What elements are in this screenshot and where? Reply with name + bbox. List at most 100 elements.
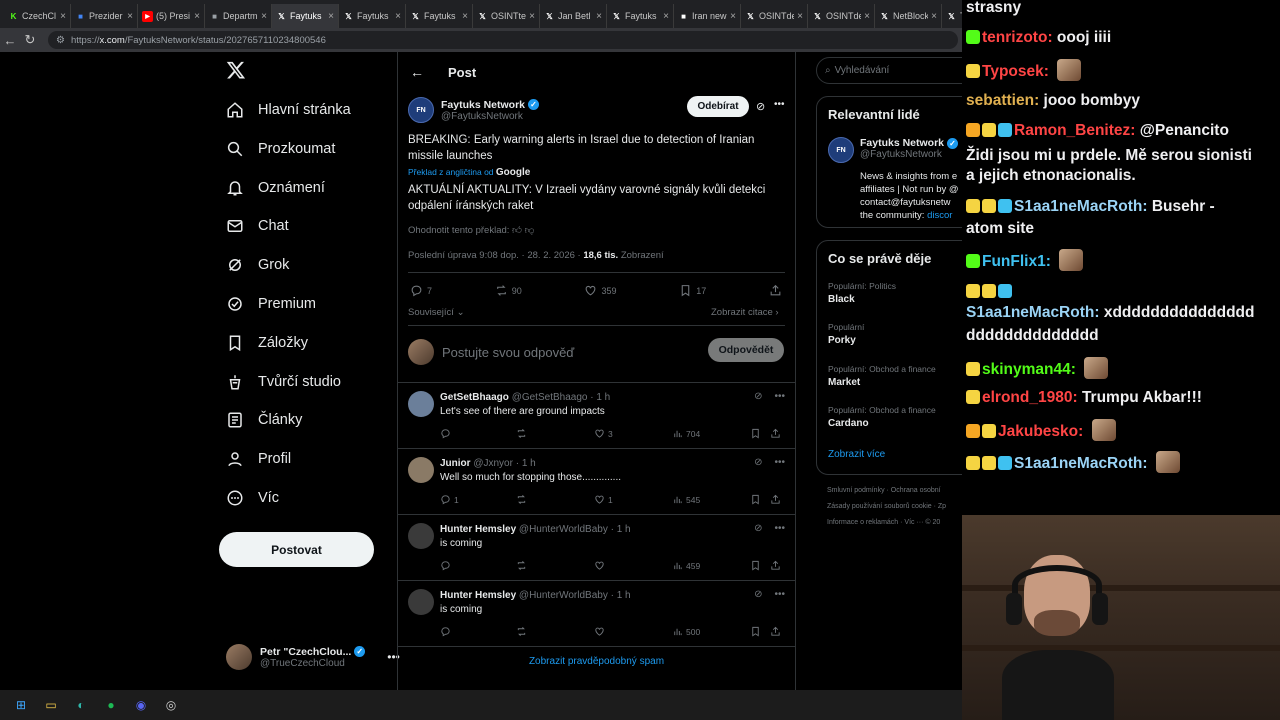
nav-item-bell[interactable]: Oznámení (226, 170, 325, 206)
reply-author[interactable]: Hunter Hemsley (440, 590, 516, 601)
nav-item-search[interactable]: Prozkoumat (226, 131, 335, 167)
chat-username[interactable]: FunFlix1 (982, 253, 1046, 270)
grok-icon[interactable]: ⊘ (756, 100, 765, 113)
reply-avatar[interactable] (408, 589, 434, 615)
footer-links[interactable]: Smluvní podmínky · Ochrana osobní (827, 487, 941, 494)
chat-username[interactable]: S1aa1neMacRoth (1014, 198, 1142, 215)
obs-icon[interactable]: ◎ (162, 696, 180, 714)
reply-input[interactable]: Postujte svou odpověď (442, 345, 574, 360)
spotify-icon[interactable]: ● (102, 696, 120, 714)
close-tab-icon[interactable]: × (328, 11, 334, 22)
discord-icon[interactable]: ◉ (132, 696, 150, 714)
grok-icon[interactable]: ⊘ (754, 589, 762, 600)
reply-post[interactable]: Hunter Hemsley @HunterWorldBaby · 1 h is … (398, 514, 795, 580)
chat-username[interactable]: skinyman44 (982, 361, 1071, 378)
close-tab-icon[interactable]: × (596, 11, 602, 22)
views-action[interactable]: 704 (672, 428, 700, 439)
close-tab-icon[interactable]: × (529, 11, 535, 22)
close-tab-icon[interactable]: × (864, 11, 870, 22)
views-action[interactable]: 500 (672, 626, 700, 637)
footer-links[interactable]: Zásady používání souborů cookie · Zp (827, 503, 946, 510)
reply-author[interactable]: Junior (440, 458, 471, 469)
reply-post[interactable]: Junior @Jxnyor · 1 h Well so much for sto… (398, 448, 795, 514)
site-info-icon[interactable]: ⚙ (56, 35, 65, 46)
reply-avatar[interactable] (408, 457, 434, 483)
close-tab-icon[interactable]: × (261, 11, 267, 22)
reply-button[interactable]: Odpovědět (708, 338, 784, 362)
bookmark-action[interactable] (750, 428, 761, 439)
close-tab-icon[interactable]: × (663, 11, 669, 22)
views-action[interactable]: 545 (672, 494, 700, 505)
author-avatar[interactable]: FN (408, 97, 434, 123)
grok-icon[interactable]: ⊘ (754, 523, 762, 534)
more-options-icon[interactable]: ••• (774, 589, 785, 600)
post-button[interactable]: Postovat (219, 532, 374, 567)
grok-icon[interactable]: ⊘ (754, 457, 762, 468)
share-action[interactable] (770, 494, 781, 505)
reply-post[interactable]: GetSetBhaago @GetSetBhaago · 1 h Let's se… (398, 382, 795, 448)
close-tab-icon[interactable]: × (797, 11, 803, 22)
footer-links[interactable]: Informace o reklamách · Víc ··· © 20 (827, 519, 940, 526)
like-action[interactable]: 3 (594, 428, 613, 439)
like-action[interactable]: 359 (584, 284, 617, 297)
browser-tab[interactable]: 𝕏 NetBlock × (875, 4, 942, 28)
repost-action[interactable] (516, 626, 530, 637)
close-tab-icon[interactable]: × (194, 11, 200, 22)
bookmark-action[interactable] (750, 560, 761, 571)
reply-avatar[interactable] (408, 391, 434, 417)
reply-action[interactable]: 7 (410, 284, 432, 297)
more-options-icon[interactable]: ••• (774, 391, 785, 402)
show-quotes-link[interactable]: Zobrazit citace › (711, 307, 779, 318)
trend-item[interactable]: Populární: Obchod a finance Cardano (828, 405, 936, 429)
like-action[interactable] (594, 626, 608, 637)
more-options-icon[interactable]: ••• (774, 523, 785, 534)
share-action[interactable] (769, 284, 782, 297)
close-tab-icon[interactable]: × (127, 11, 133, 22)
nav-item-grok[interactable]: Grok (226, 247, 289, 283)
nav-item-mail[interactable]: Chat (226, 208, 289, 244)
relevant-person[interactable]: FN Faytuks Network ✓ @FaytuksNetwork (828, 137, 958, 163)
nav-item-premium[interactable]: Premium (226, 286, 316, 322)
like-action[interactable]: 1 (594, 494, 613, 505)
nav-item-creator-studio[interactable]: Tvůrčí studio (226, 364, 341, 400)
browser-tab[interactable]: ▶ (5) Presi × (138, 4, 205, 28)
bookmark-action[interactable] (750, 626, 761, 637)
repost-action[interactable]: 90 (495, 284, 522, 297)
account-switcher[interactable]: Petr "CzechClou... ✓ @TrueCzechCloud ••• (226, 637, 400, 677)
reply-action[interactable] (440, 560, 454, 571)
browser-tab[interactable]: ■ Departm × (205, 4, 272, 28)
chat-username[interactable]: Jakubesko (998, 423, 1078, 440)
show-more-link[interactable]: Zobrazit více (828, 449, 885, 460)
bookmark-action[interactable]: 17 (679, 284, 706, 297)
views-action[interactable]: 459 (672, 560, 700, 571)
share-action[interactable] (770, 428, 781, 439)
browser-tab[interactable]: ■ Iran new × (674, 4, 741, 28)
browser-tab[interactable]: ■ Prezider × (71, 4, 138, 28)
author-handle[interactable]: @FaytuksNetwork (441, 111, 539, 122)
browser-tab[interactable]: 𝕏 Jan Betl × (540, 4, 607, 28)
reply-author[interactable]: Hunter Hemsley (440, 524, 516, 535)
address-bar[interactable]: ⚙ https://x.com/FaytuksNetwork/status/20… (48, 31, 958, 49)
reply-action[interactable] (440, 626, 454, 637)
x-logo-icon[interactable] (226, 60, 246, 86)
more-options-icon[interactable]: ••• (774, 457, 785, 468)
chat-username[interactable]: tenrizoto (982, 29, 1047, 46)
back-arrow-icon[interactable]: ← (410, 64, 424, 80)
trend-item[interactable]: Populární: Politics Black (828, 281, 896, 305)
browser-tab[interactable]: 𝕏 OSINTte × (473, 4, 540, 28)
more-options-icon[interactable]: ••• (774, 99, 785, 110)
browser-tab[interactable]: 𝕏 OSINTde × (741, 4, 808, 28)
close-tab-icon[interactable]: × (395, 11, 401, 22)
thumbs-down-icon[interactable]: 👎︎ (525, 225, 535, 236)
chat-username[interactable]: sebattien (966, 92, 1034, 109)
subscribe-button[interactable]: Odebírat (687, 96, 749, 117)
repost-action[interactable] (516, 428, 530, 439)
browser-tab[interactable]: 𝕏 OSINTde × (808, 4, 875, 28)
nav-item-articles[interactable]: Články (226, 402, 302, 438)
nav-item-profile[interactable]: Profil (226, 441, 291, 477)
nav-item-more[interactable]: Víc (226, 480, 279, 516)
bookmark-action[interactable] (750, 494, 761, 505)
bio-link[interactable]: discor (927, 210, 952, 221)
reply-action[interactable] (440, 428, 454, 439)
browser-tab[interactable]: 𝕏 Faytuks × (406, 4, 473, 28)
